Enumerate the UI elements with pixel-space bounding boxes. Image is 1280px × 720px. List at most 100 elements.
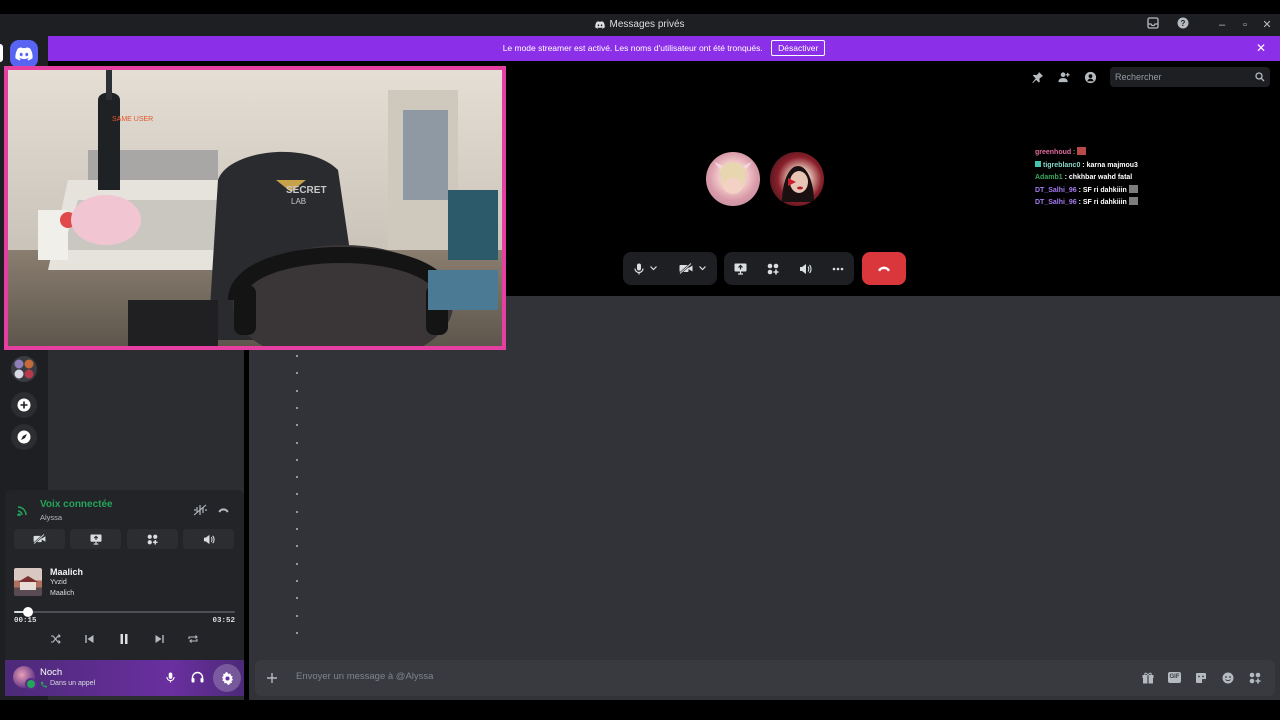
banner-text: Le mode streamer est activé. Les noms d'…: [502, 43, 763, 53]
emoji-icon[interactable]: [1222, 672, 1234, 684]
server-folder-icon[interactable]: [11, 356, 37, 382]
screen-share-button[interactable]: [734, 263, 747, 275]
discord-logo-icon: [595, 21, 606, 29]
voice-status: Voix connectée: [40, 499, 113, 510]
add-server-button[interactable]: [11, 392, 37, 418]
message-placeholders: [296, 355, 300, 645]
chat-username: Adamb1: [1035, 174, 1063, 181]
track-progress-bar[interactable]: [14, 607, 235, 617]
window-title-text: Messages privés: [609, 19, 685, 30]
phone-hangup-icon: [878, 266, 890, 272]
signal-icon[interactable]: [17, 504, 29, 516]
sticker-icon[interactable]: [1195, 672, 1207, 684]
chat-text: : chkhbar wahd fatal: [1062, 174, 1133, 181]
track-artist[interactable]: Yvzid: [50, 579, 67, 586]
message-area: [249, 296, 1280, 700]
phone-icon: [40, 681, 47, 688]
placeholder-dot: [296, 476, 298, 479]
headphones-icon[interactable]: [191, 671, 204, 683]
repeat-icon[interactable]: [188, 634, 199, 644]
search-icon: [1255, 72, 1265, 82]
explore-servers-button[interactable]: [11, 424, 37, 450]
pin-icon[interactable]: [1031, 71, 1044, 85]
chat-overlay: greenhoud : tigreblanc0 : karna majmou3 …: [1035, 147, 1138, 210]
track-album[interactable]: Maalich: [50, 590, 74, 597]
soundboard-toggle-button[interactable]: [183, 529, 234, 549]
placeholder-dot: [296, 579, 298, 582]
server-list: [0, 355, 48, 455]
track-progress-knob[interactable]: [23, 607, 34, 617]
participant-avatar[interactable]: [770, 152, 824, 206]
album-art[interactable]: [14, 568, 42, 596]
hang-up-button[interactable]: [862, 252, 906, 285]
gift-icon[interactable]: [1142, 672, 1154, 684]
add-friends-icon[interactable]: [1057, 71, 1071, 85]
home-button[interactable]: [10, 40, 38, 68]
previous-track-icon[interactable]: [85, 635, 94, 643]
maximize-button[interactable]: ▫: [1237, 17, 1253, 33]
video-tile[interactable]: SECRET LAB SAME USER: [4, 66, 506, 350]
gear-icon: [221, 671, 233, 685]
search-input[interactable]: Rechercher: [1110, 67, 1270, 87]
avatar[interactable]: [13, 666, 37, 690]
placeholder-dot: [296, 545, 298, 548]
user-profile-icon[interactable]: [1084, 71, 1097, 85]
track-elapsed-time: 00:15: [14, 617, 37, 625]
track-title[interactable]: Maalich: [50, 567, 83, 577]
inbox-icon[interactable]: [1145, 17, 1161, 33]
placeholder-dot: [296, 441, 298, 444]
placeholder-dot: [296, 631, 298, 634]
chat-text: : karna majmou3: [1080, 161, 1138, 169]
participant-avatar[interactable]: [706, 152, 760, 206]
chevron-down-icon[interactable]: [699, 266, 706, 271]
microphone-icon[interactable]: [166, 671, 175, 684]
chevron-down-icon[interactable]: [650, 266, 657, 271]
window-title: Messages privés: [0, 14, 1280, 36]
pause-icon[interactable]: [120, 634, 128, 644]
streamer-mode-banner: Le mode streamer est activé. Les noms d'…: [48, 36, 1280, 61]
chat-line: Adamb1 : chkhbar wahd fatal: [1035, 172, 1138, 185]
noise-suppression-icon[interactable]: [193, 504, 207, 516]
chat-username: tigreblanc0: [1043, 161, 1081, 169]
emote-icon: [1128, 197, 1138, 205]
placeholder-dot: [296, 614, 298, 617]
settings-button[interactable]: [213, 664, 241, 692]
activities-button[interactable]: [767, 263, 779, 275]
chat-line: DT_Salhi_96 : SF ri dahkiiin: [1035, 184, 1138, 198]
shuffle-icon[interactable]: [50, 634, 61, 644]
placeholder-dot: [296, 424, 298, 427]
user-panel: Noch Dans un appel: [5, 660, 244, 696]
placeholder-dot: [296, 355, 298, 357]
gif-icon[interactable]: GIF: [1168, 672, 1181, 683]
add-attachment-icon[interactable]: [266, 672, 278, 684]
soundboard-button[interactable]: [799, 263, 812, 275]
svg-text:LAB: LAB: [291, 197, 306, 206]
close-window-button[interactable]: ✕: [1259, 17, 1275, 33]
help-icon[interactable]: ?: [1175, 17, 1191, 33]
microphone-button[interactable]: [634, 263, 657, 275]
username[interactable]: Noch: [40, 667, 62, 678]
chat-username: DT_Salhi_96: [1035, 199, 1077, 206]
minimize-button[interactable]: –: [1214, 17, 1230, 33]
next-track-icon[interactable]: [155, 635, 164, 643]
selected-indicator: [0, 44, 3, 62]
message-composer[interactable]: Envoyer un message à @Alyssa GIF: [255, 660, 1275, 696]
placeholder-dot: [296, 562, 298, 565]
banner-close-button[interactable]: ✕: [1256, 36, 1266, 61]
voice-connection-panel: Voix connectée Alyssa Maalich Yvzid Maal…: [5, 490, 244, 660]
apps-icon[interactable]: [1249, 672, 1261, 684]
activities-toggle-button[interactable]: [127, 529, 178, 549]
placeholder-dot: [296, 389, 298, 392]
screen-share-toggle-button[interactable]: [70, 529, 121, 549]
camera-toggle-button[interactable]: [14, 529, 65, 549]
badge-icon: [1035, 160, 1041, 167]
message-input[interactable]: Envoyer un message à @Alyssa: [296, 671, 433, 682]
voice-channel[interactable]: Alyssa: [40, 513, 62, 522]
more-options-button[interactable]: [832, 267, 844, 271]
chat-username: DT_Salhi_96: [1035, 186, 1077, 194]
audio-video-controls: [623, 252, 717, 285]
disconnect-icon[interactable]: [217, 507, 230, 513]
placeholder-dot: [296, 528, 298, 530]
camera-button[interactable]: [679, 263, 706, 274]
disable-streamer-mode-button[interactable]: Désactiver: [771, 40, 826, 56]
